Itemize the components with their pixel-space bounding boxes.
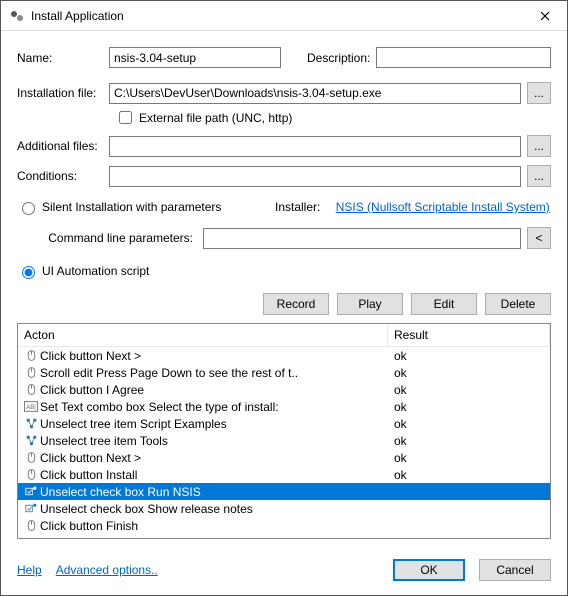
installation-file-label: Installation file: bbox=[17, 86, 103, 100]
close-icon bbox=[540, 11, 550, 21]
record-button[interactable]: Record bbox=[263, 293, 329, 315]
name-label: Name: bbox=[17, 51, 103, 65]
description-input[interactable] bbox=[376, 47, 551, 68]
additional-files-browse-button[interactable]: ... bbox=[527, 135, 551, 157]
conditions-browse-button[interactable]: ... bbox=[527, 165, 551, 187]
edit-button[interactable]: Edit bbox=[411, 293, 477, 315]
action-text: Click button Install bbox=[40, 468, 137, 482]
silent-install-label: Silent Installation with parameters bbox=[42, 200, 221, 214]
table-row[interactable]: Click button Install ok bbox=[18, 466, 550, 483]
table-row[interactable]: Scroll edit Press Page Down to see the r… bbox=[18, 364, 550, 381]
conditions-label: Conditions: bbox=[17, 169, 103, 183]
name-input[interactable] bbox=[109, 47, 281, 68]
table-row[interactable]: Unselect tree item Script Examples ok bbox=[18, 415, 550, 432]
installer-label: Installer: bbox=[275, 200, 320, 214]
table-row[interactable]: Unselect check box Show release notes bbox=[18, 500, 550, 517]
abi-icon: AB| bbox=[24, 400, 38, 414]
installer-link[interactable]: NSIS (Nullsoft Scriptable Install System… bbox=[336, 200, 550, 214]
column-action[interactable]: Acton bbox=[18, 324, 388, 346]
cmd-params-input[interactable] bbox=[203, 228, 521, 249]
action-text: Click button Next > bbox=[40, 451, 141, 465]
silent-install-radio[interactable] bbox=[22, 202, 35, 215]
action-text: Unselect check box Show release notes bbox=[40, 502, 253, 516]
help-link[interactable]: Help bbox=[17, 563, 42, 577]
table-row[interactable]: Unselect tree item Tools ok bbox=[18, 432, 550, 449]
result-text: ok bbox=[390, 417, 548, 431]
close-button[interactable] bbox=[523, 1, 567, 31]
action-text: Unselect check box Run NSIS bbox=[40, 485, 201, 499]
result-text: ok bbox=[390, 383, 548, 397]
app-icon bbox=[9, 8, 25, 24]
svg-text:AB|: AB| bbox=[26, 404, 36, 411]
delete-button[interactable]: Delete bbox=[485, 293, 551, 315]
ok-button[interactable]: OK bbox=[393, 559, 465, 581]
tree-icon bbox=[24, 417, 38, 431]
action-text: Unselect tree item Tools bbox=[40, 434, 168, 448]
result-text: ok bbox=[390, 468, 548, 482]
result-text: ok bbox=[390, 366, 548, 380]
table-row[interactable]: Unselect check box Run NSIS bbox=[18, 483, 550, 500]
list-header: Acton Result bbox=[18, 324, 550, 347]
ui-automation-radio[interactable] bbox=[22, 266, 35, 279]
column-result[interactable]: Result bbox=[388, 324, 550, 346]
result-text: ok bbox=[390, 434, 548, 448]
check-icon bbox=[24, 502, 38, 516]
check-icon bbox=[24, 485, 38, 499]
external-path-label: External file path (UNC, http) bbox=[139, 111, 292, 125]
installation-file-browse-button[interactable]: ... bbox=[527, 82, 551, 104]
mouse-icon bbox=[24, 451, 38, 465]
tree-icon bbox=[24, 434, 38, 448]
table-row[interactable]: Click button Finish bbox=[18, 517, 550, 534]
cmd-params-label: Command line parameters: bbox=[37, 231, 197, 245]
table-row[interactable]: Click button I Agree ok bbox=[18, 381, 550, 398]
installation-file-input[interactable] bbox=[109, 83, 521, 104]
table-row[interactable]: Click button Next > ok bbox=[18, 347, 550, 364]
action-text: Click button Next > bbox=[40, 349, 141, 363]
mouse-icon bbox=[24, 468, 38, 482]
window-title: Install Application bbox=[31, 9, 523, 23]
collapse-button[interactable]: < bbox=[527, 227, 551, 249]
description-label: Description: bbox=[307, 51, 370, 65]
result-text: ok bbox=[390, 349, 548, 363]
table-row[interactable]: Click button Next > ok bbox=[18, 449, 550, 466]
result-text: ok bbox=[390, 451, 548, 465]
additional-files-label: Additional files: bbox=[17, 139, 103, 153]
mouse-icon bbox=[24, 349, 38, 363]
advanced-options-link[interactable]: Advanced options.. bbox=[56, 563, 158, 577]
additional-files-input[interactable] bbox=[109, 136, 521, 157]
mouse-icon bbox=[24, 519, 38, 533]
action-text: Scroll edit Press Page Down to see the r… bbox=[40, 366, 298, 380]
action-list[interactable]: Acton Result Click button Next > ok Scroll… bbox=[17, 323, 551, 539]
table-row[interactable]: AB| Set Text combo box Select the type of… bbox=[18, 398, 550, 415]
mouse-icon bbox=[24, 383, 38, 397]
action-text: Unselect tree item Script Examples bbox=[40, 417, 227, 431]
action-text: Click button Finish bbox=[40, 519, 138, 533]
mouse-icon bbox=[24, 366, 38, 380]
external-path-checkbox[interactable] bbox=[119, 111, 132, 124]
titlebar: Install Application bbox=[1, 1, 567, 31]
cancel-button[interactable]: Cancel bbox=[479, 559, 551, 581]
conditions-input[interactable] bbox=[109, 166, 521, 187]
result-text: ok bbox=[390, 400, 548, 414]
ui-automation-label: UI Automation script bbox=[42, 264, 149, 278]
action-text: Click button I Agree bbox=[40, 383, 144, 397]
action-text: Set Text combo box Select the type of in… bbox=[40, 400, 279, 414]
play-button[interactable]: Play bbox=[337, 293, 403, 315]
